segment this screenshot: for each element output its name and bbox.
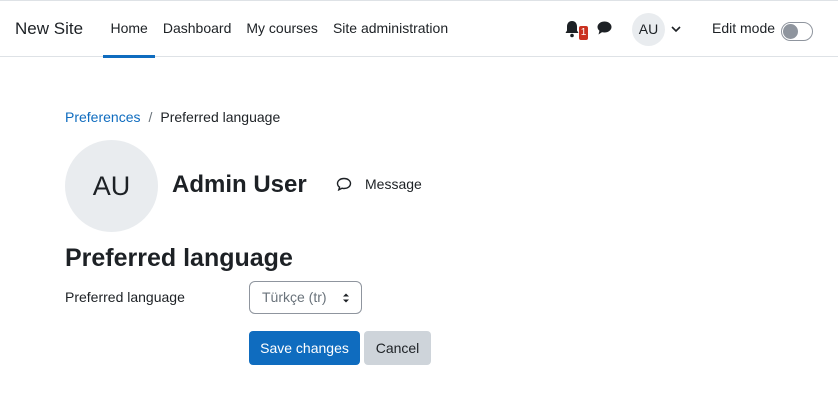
top-navbar: New Site Home Dashboard My courses Site … <box>0 0 838 58</box>
breadcrumb-preferences[interactable]: Preferences <box>65 109 140 125</box>
cancel-button[interactable]: Cancel <box>364 331 431 365</box>
page-title: Preferred language <box>65 244 293 272</box>
notification-badge: 1 <box>579 26 588 40</box>
chat-icon[interactable] <box>596 20 613 36</box>
profile-name: Admin User <box>172 171 307 198</box>
message-label: Message <box>365 176 422 192</box>
nav-my-courses[interactable]: My courses <box>239 1 326 57</box>
profile-avatar: AU <box>65 140 158 232</box>
message-icon <box>336 177 352 191</box>
nav-site-administration[interactable]: Site administration <box>325 1 455 57</box>
user-avatar[interactable]: AU <box>632 13 665 46</box>
toggle-knob <box>783 24 798 39</box>
breadcrumb-current: Preferred language <box>160 109 281 125</box>
save-changes-button[interactable]: Save changes <box>249 331 360 365</box>
primary-navigation: Home Dashboard My courses Site administr… <box>103 1 456 58</box>
selected-language: Türkçe (tr) <box>262 289 327 305</box>
message-button[interactable]: Message <box>336 176 422 192</box>
nav-home[interactable]: Home <box>103 1 156 58</box>
select-arrows-icon <box>343 293 349 303</box>
preferred-language-select[interactable]: Türkçe (tr) <box>249 281 362 314</box>
preferred-language-label: Preferred language <box>65 289 185 305</box>
edit-mode-label: Edit mode <box>712 20 776 36</box>
nav-dashboard[interactable]: Dashboard <box>155 1 239 57</box>
breadcrumb: Preferences / Preferred language <box>65 109 280 125</box>
breadcrumb-separator: / <box>148 109 153 125</box>
edit-mode-toggle[interactable] <box>781 22 813 41</box>
chevron-down-icon[interactable] <box>670 24 682 34</box>
site-name[interactable]: New Site <box>15 19 83 39</box>
